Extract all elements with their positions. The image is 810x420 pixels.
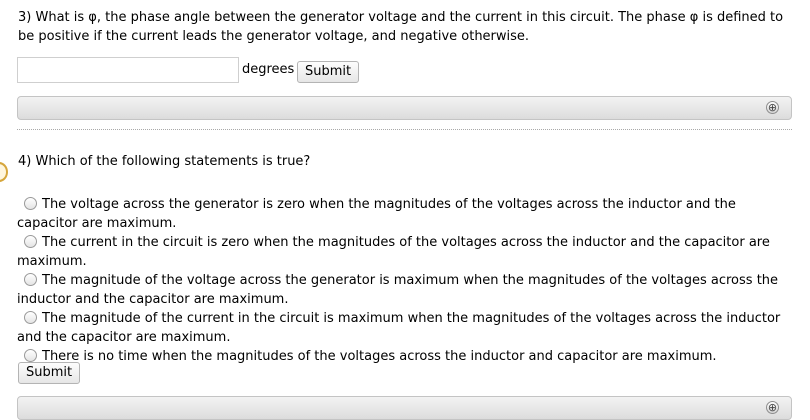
q3-submit-button[interactable]: Submit <box>297 61 360 83</box>
radio-button-icon[interactable] <box>24 235 37 248</box>
plus-circle-icon[interactable]: ⊕ <box>766 401 779 414</box>
option-1[interactable]: The voltage across the generator is zero… <box>17 195 792 233</box>
section-divider <box>17 129 792 130</box>
radio-button-icon[interactable] <box>24 349 37 362</box>
q4-options: The voltage across the generator is zero… <box>17 195 792 366</box>
option-4[interactable]: The magnitude of the current in the circ… <box>17 309 792 347</box>
phase-angle-input[interactable] <box>17 57 239 83</box>
option-2[interactable]: The current in the circuit is zero when … <box>17 233 792 271</box>
q3-feedback-bar[interactable]: ⊕ <box>17 96 792 120</box>
option-5[interactable]: There is no time when the magnitudes of … <box>17 347 792 366</box>
degrees-label: degrees <box>242 62 295 77</box>
option-3[interactable]: The magnitude of the voltage across the … <box>17 271 792 309</box>
q4-submit-button[interactable]: Submit <box>18 362 81 384</box>
question-4-text: 4) Which of the following statements is … <box>18 154 311 169</box>
plus-circle-icon[interactable]: ⊕ <box>766 101 779 114</box>
radio-button-icon[interactable] <box>24 197 37 210</box>
clock-icon <box>0 162 8 182</box>
radio-button-icon[interactable] <box>24 273 37 286</box>
q4-feedback-bar[interactable]: ⊕ <box>17 396 792 420</box>
question-3-text: 3) What is φ, the phase angle between th… <box>18 10 784 44</box>
radio-button-icon[interactable] <box>24 311 37 324</box>
